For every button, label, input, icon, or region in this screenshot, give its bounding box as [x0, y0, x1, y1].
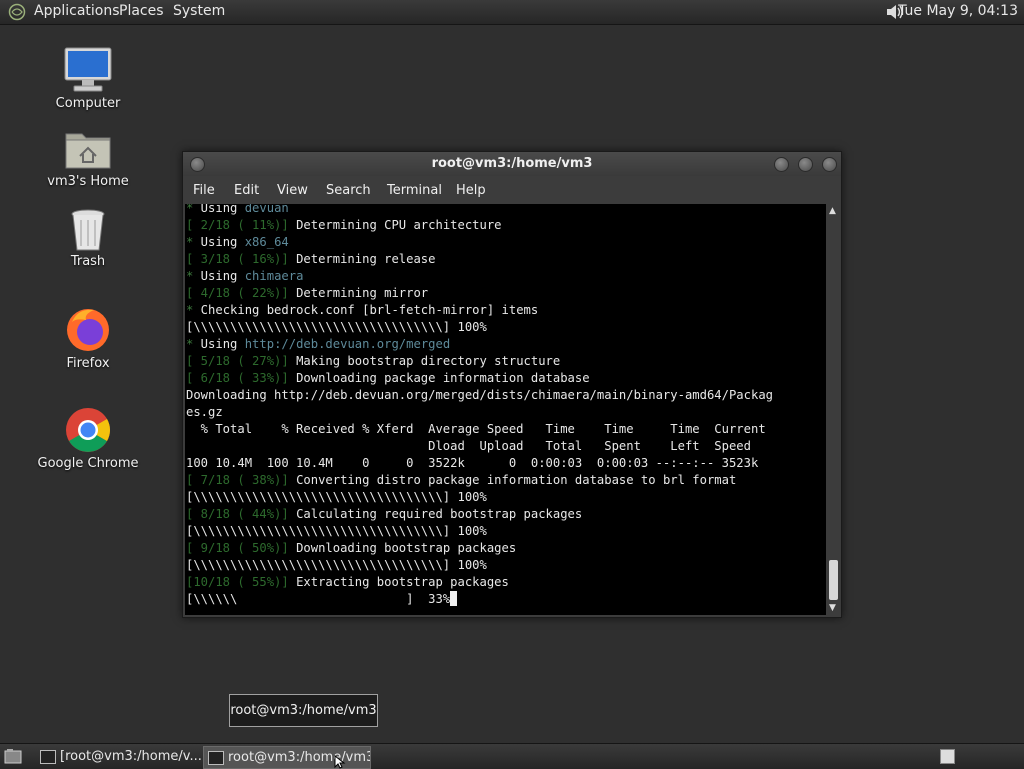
- terminal-scrollbar[interactable]: ▲ ▼: [828, 204, 839, 615]
- terminal-line: * Checking bedrock.conf [brl-fetch-mirro…: [186, 303, 539, 317]
- firefox-icon: [67, 309, 109, 351]
- desktop-icon-home[interactable]: vm3's Home: [33, 128, 143, 189]
- chrome-icon: [66, 408, 110, 452]
- scroll-down-icon[interactable]: ▼: [829, 603, 836, 613]
- workspace-switcher[interactable]: [940, 749, 955, 764]
- text-cursor: [450, 591, 458, 606]
- terminal-line: [\\\\\\\\\\\\\\\\\\\\\\\\\\\\\\\\\\] 100…: [186, 524, 487, 538]
- clock[interactable]: Tue May 9, 04:13: [898, 3, 1018, 19]
- terminal-line: [ 4/18 ( 22%)] Determining mirror: [186, 286, 429, 300]
- desktop-icon-computer[interactable]: Computer: [33, 46, 143, 111]
- terminal-line: [ 3/18 ( 16%)] Determining release: [186, 252, 436, 266]
- terminal-icon: [208, 751, 224, 765]
- menu-applications[interactable]: Applications: [34, 3, 120, 19]
- trash-icon: [71, 209, 105, 251]
- terminal-line: Downloading http://deb.devuan.org/merged…: [186, 388, 773, 402]
- terminal-line: [\\\\\\\\\\\\\\\\\\\\\\\\\\\\\\\\\\] 100…: [186, 320, 487, 334]
- terminal-line: [ 5/18 ( 27%)] Making bootstrap director…: [186, 354, 561, 368]
- terminal-line: % Total % Received % Xferd Average Speed…: [186, 422, 766, 436]
- menu-search[interactable]: Search: [326, 183, 371, 198]
- window-titlebar[interactable]: root@vm3:/home/vm3: [183, 152, 841, 176]
- menu-system[interactable]: System: [173, 3, 225, 19]
- bottom-panel: [root@vm3:/home/v... root@vm3:/home/vm3: [0, 743, 1024, 769]
- taskbar-task[interactable]: [root@vm3:/home/v...: [36, 746, 220, 767]
- scrollbar-thumb[interactable]: [829, 560, 838, 600]
- top-panel: Applications Places System Tue May 9, 04…: [0, 0, 1024, 25]
- terminal-window[interactable]: root@vm3:/home/vm3 File Edit View Search…: [182, 151, 842, 618]
- terminal-line: [ 9/18 ( 50%)] Downloading bootstrap pac…: [186, 541, 517, 555]
- maximize-button[interactable]: [798, 157, 813, 172]
- terminal-line: [ 7/18 ( 38%)] Converting distro package…: [186, 473, 737, 487]
- terminal-line: [ 2/18 ( 11%)] Determining CPU architect…: [186, 218, 502, 232]
- terminal-line: [10/18 ( 55%)] Extracting bootstrap pack…: [186, 575, 509, 589]
- mouse-pointer-icon: [334, 755, 346, 769]
- terminal-icon: [40, 750, 56, 764]
- window-title: root@vm3:/home/vm3: [431, 156, 593, 171]
- terminal-line: * Using chimaera: [186, 269, 304, 283]
- desktop-icon-firefox[interactable]: Firefox: [33, 306, 143, 371]
- menu-help[interactable]: Help: [456, 183, 486, 198]
- terminal-line: [ 8/18 ( 44%)] Calculating required boot…: [186, 507, 583, 521]
- minimize-button[interactable]: [774, 157, 789, 172]
- terminal-line: [ 6/18 ( 33%)] Downloading package infor…: [186, 371, 590, 385]
- scroll-up-icon[interactable]: ▲: [829, 206, 836, 216]
- desktop-icon-label: Trash: [70, 254, 106, 269]
- desktop-icon-label: Firefox: [66, 356, 110, 371]
- menu-file[interactable]: File: [193, 183, 215, 198]
- terminal-text: * Using devuan [ 2/18 ( 11%)] Determinin…: [185, 204, 826, 608]
- terminal-line: es.gz: [186, 405, 223, 419]
- show-desktop-icon[interactable]: [4, 748, 22, 764]
- task-label: root@vm3:/home/vm3: [228, 750, 371, 765]
- terminal-line: [\\\\\\ ] 33%: [186, 591, 458, 606]
- menu-edit[interactable]: Edit: [234, 183, 259, 198]
- desktop-icon-chrome[interactable]: Google Chrome: [33, 406, 143, 471]
- desktop-icon-label: Computer: [55, 96, 121, 111]
- terminal-output[interactable]: * Using devuan [ 2/18 ( 11%)] Determinin…: [185, 204, 826, 615]
- menu-terminal[interactable]: Terminal: [387, 183, 442, 198]
- terminal-line: [\\\\\\\\\\\\\\\\\\\\\\\\\\\\\\\\\\] 100…: [186, 558, 487, 572]
- terminal-line: * Using http://deb.devuan.org/merged: [186, 337, 451, 351]
- terminal-line: 100 10.4M 100 10.4M 0 0 3522k 0 0:00:03 …: [186, 456, 759, 470]
- distro-logo-icon[interactable]: [8, 3, 26, 21]
- terminal-line: * Using x86_64: [186, 235, 289, 249]
- terminal-menubar: File Edit View Search Terminal Help: [183, 176, 841, 204]
- menu-places[interactable]: Places: [119, 3, 164, 19]
- menu-view[interactable]: View: [277, 183, 308, 198]
- home-folder-icon: [65, 133, 111, 169]
- window-menu-icon[interactable]: [190, 157, 205, 172]
- taskbar-tooltip: root@vm3:/home/vm3: [229, 694, 378, 727]
- terminal-line: * Using devuan: [186, 204, 289, 215]
- close-button[interactable]: [822, 157, 837, 172]
- terminal-line: [\\\\\\\\\\\\\\\\\\\\\\\\\\\\\\\\\\] 100…: [186, 490, 487, 504]
- task-label: [root@vm3:/home/v...: [60, 749, 202, 764]
- computer-icon: [64, 47, 112, 92]
- desktop-icon-trash[interactable]: Trash: [33, 208, 143, 269]
- desktop-icon-label: vm3's Home: [47, 174, 129, 189]
- desktop-icon-label: Google Chrome: [37, 456, 139, 471]
- terminal-line: Dload Upload Total Spent Left Speed: [186, 439, 751, 453]
